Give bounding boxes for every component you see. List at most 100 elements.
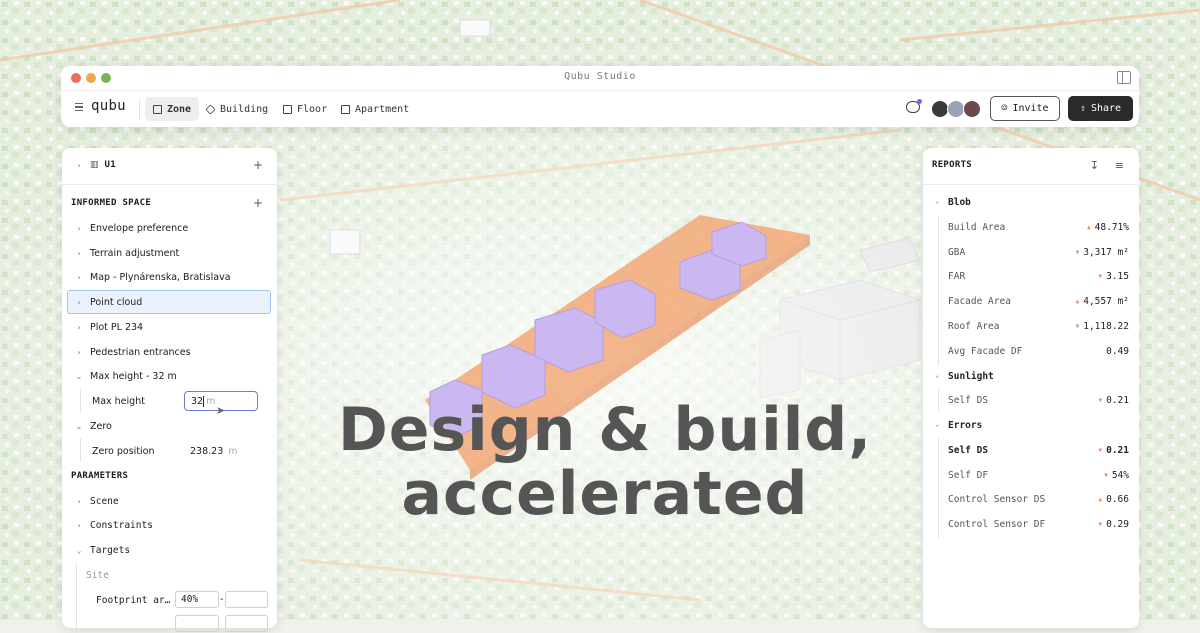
left-panel: › ▥ U1 + INFORMED SPACE + › Envelope pre… (62, 148, 277, 633)
tree-item-pedestrian-entrances[interactable]: › Pedestrian entrances (62, 341, 277, 363)
target-max-input[interactable] (225, 615, 268, 632)
target-min-input[interactable] (175, 615, 219, 632)
reports-header: REPORTS ↧ ≡ (923, 154, 1139, 176)
tab-building[interactable]: Building (205, 97, 268, 121)
zone-icon: ▥ (90, 160, 99, 170)
report-row-self-ds: Self DS ▼ 0.21 (948, 395, 1129, 406)
section-errors[interactable]: ⌄ Errors (923, 416, 1139, 436)
tree-item-label: Zero (90, 420, 112, 432)
parameters-title: PARAMETERS (71, 471, 129, 481)
footprint-label: Footprint ar… (96, 594, 171, 606)
report-row-gba: GBA ▼ 3,317 m² (948, 247, 1129, 258)
download-icon[interactable]: ↧ (1090, 159, 1099, 172)
tab-floor[interactable]: Floor (283, 97, 327, 121)
tree-item-label: Pedestrian entrances (90, 346, 191, 358)
avatar[interactable] (963, 100, 981, 118)
reports-title: REPORTS (932, 160, 973, 170)
headline-line-2: accelerated (401, 459, 809, 529)
tree-item-label: Envelope preference (90, 222, 189, 234)
chevron-right-icon: › (77, 248, 81, 258)
max-height-row: Max height 32 m ➤ (62, 390, 277, 417)
filter-icon[interactable]: ≡ (1115, 159, 1124, 172)
tree-item-point-cloud[interactable]: › Point cloud (67, 290, 271, 314)
divider (62, 184, 277, 185)
chevron-right-icon: › (76, 496, 82, 506)
tree-item-plot[interactable]: › Plot PL 234 (62, 316, 277, 338)
tree-item-scene[interactable]: › Scene (62, 490, 277, 512)
tab-apartment[interactable]: Apartment (341, 97, 409, 121)
tree-item-label: Map - Plynárenska, Bratislava (90, 271, 231, 283)
tree-item-zero[interactable]: ⌄ Zero (62, 415, 277, 437)
floor-icon (283, 104, 292, 114)
report-row-build-area: Build Area ▲ 48.71% (948, 222, 1129, 233)
tab-zone-label: Zone (167, 103, 192, 115)
tab-zone[interactable]: Zone (145, 97, 200, 121)
tree-item-label: Constraints (90, 519, 153, 531)
range-separator: - (219, 594, 225, 605)
tree-item-constraints[interactable]: › Constraints (62, 514, 277, 536)
chevron-right-icon: › (77, 223, 81, 233)
chevron-right-icon: › (77, 322, 81, 332)
zero-position-value: 238.23 m (190, 445, 238, 457)
zero-position-label: Zero position (92, 445, 155, 457)
share-button[interactable]: ⇧ Share (1068, 96, 1133, 121)
chevron-right-icon: › (77, 297, 81, 307)
max-height-label: Max height (92, 395, 145, 407)
chevron-right-icon: › (77, 272, 81, 282)
report-row-control-sensor-ds: Control Sensor DS ▲ 0.66 (948, 494, 1129, 505)
chevron-right-icon: › (77, 347, 81, 357)
chevron-down-icon: ⌄ (75, 371, 83, 381)
tree-item-targets[interactable]: ⌄ Targets (62, 539, 277, 561)
report-row-roof-area: Roof Area ▼ 1,118.22 (948, 321, 1129, 332)
zone-header[interactable]: › ▥ U1 + (62, 154, 277, 176)
chevron-down-icon: ⌄ (935, 371, 940, 379)
footprint-max-input[interactable] (225, 591, 268, 608)
sidebar-toggle-icon[interactable] (1117, 71, 1131, 84)
report-row-facade-area: Facade Area ▲ 4,557 m² (948, 296, 1129, 307)
site-label: Site (86, 569, 109, 581)
tree-item-label: Max height - 32 m (90, 370, 177, 382)
section-title: Blob (948, 197, 971, 208)
tree-item-max-height[interactable]: ⌄ Max height - 32 m (62, 365, 277, 387)
tree-item-label: Targets (90, 544, 131, 556)
toolbar: qubu Zone Building Floor Apartment ☺ Inv… (61, 91, 1139, 127)
report-row-avg-facade-df: Avg Facade DF 0.49 (948, 346, 1129, 357)
reports-panel: REPORTS ↧ ≡ ⌄ Blob Build Area ▲ 48.71% GBA ▼… (923, 148, 1139, 628)
app-window-header: Qubu Studio qubu Zone Building Floor Apa… (61, 66, 1139, 127)
chevron-right-icon: › (76, 520, 82, 530)
tree-item-label: Scene (90, 495, 119, 507)
tree-item-label: Point cloud (90, 296, 143, 308)
tree-item-envelope-preference[interactable]: › Envelope preference (62, 217, 277, 239)
headline-line-1: Design & build, (337, 395, 873, 465)
users-icon: ☺ (1001, 103, 1008, 114)
section-blob[interactable]: ⌄ Blob (923, 193, 1139, 213)
window-title: Qubu Studio (564, 71, 636, 82)
report-row-control-sensor-df: Control Sensor DF ▼ 0.29 (948, 519, 1129, 530)
tree-item-label: Plot PL 234 (90, 321, 144, 333)
chevron-down-icon: ⌄ (935, 420, 940, 428)
informed-space-title: INFORMED SPACE (71, 198, 152, 208)
footprint-value: 40% (181, 594, 199, 605)
site-group-row: Site (62, 564, 277, 586)
tree-item-terrain-adjustment[interactable]: › Terrain adjustment (62, 242, 277, 264)
tree-item-label: Terrain adjustment (90, 247, 180, 259)
add-icon[interactable]: + (253, 196, 263, 210)
building-icon (205, 103, 216, 115)
invite-button[interactable]: ☺ Invite (990, 96, 1060, 121)
footprint-row: Footprint ar… 40% - (62, 589, 277, 611)
section-sunlight[interactable]: ⌄ Sunlight (923, 367, 1139, 387)
share-icon: ⇧ (1079, 103, 1086, 114)
menu-icon[interactable] (75, 103, 83, 113)
divider (923, 184, 1139, 185)
report-row-far: FAR ▼ 3.15 (948, 271, 1129, 282)
invite-button-label: Invite (1012, 103, 1049, 114)
footprint-min-input[interactable]: 40% (175, 591, 219, 608)
share-button-label: Share (1090, 103, 1122, 114)
tree-item-map[interactable]: › Map - Plynárenska, Bratislava (62, 266, 277, 288)
informed-space-header: INFORMED SPACE + (62, 192, 277, 214)
comments-icon[interactable] (906, 99, 922, 113)
section-title: Sunlight (948, 371, 994, 382)
add-icon[interactable]: + (253, 158, 263, 172)
zone-icon (153, 104, 162, 114)
parameters-header: PARAMETERS (62, 465, 277, 487)
